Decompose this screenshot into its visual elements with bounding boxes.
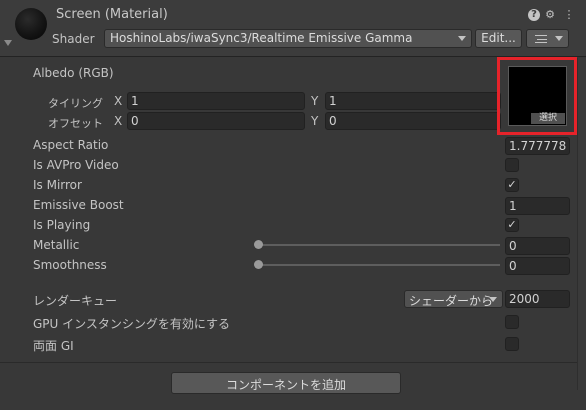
render-queue-dropdown[interactable]: シェーダーから: [404, 290, 503, 308]
shader-dropdown[interactable]: HoshinoLabs/iwaSync3/Realtime Emissive G…: [104, 29, 472, 48]
is-mirror-label: Is Mirror: [33, 178, 82, 192]
help-icon[interactable]: ?: [528, 9, 540, 21]
emissive-boost-field[interactable]: 1: [505, 197, 570, 215]
render-queue-label: レンダーキュー: [33, 294, 118, 308]
render-queue-mode: シェーダーから: [409, 294, 494, 308]
dropdown-arrow-icon: [489, 297, 497, 302]
smoothness-label: Smoothness: [33, 258, 107, 272]
smoothness-field[interactable]: 0: [505, 257, 570, 275]
offset-x-field[interactable]: 0: [127, 112, 305, 130]
double-sided-gi-label: 両面 GI: [33, 339, 74, 353]
offset-label: オフセット: [48, 117, 103, 130]
metallic-field[interactable]: 0: [505, 237, 570, 255]
section-divider: [0, 362, 586, 363]
offset-y-field[interactable]: 0: [325, 112, 501, 130]
dropdown-arrow-icon: [555, 36, 563, 41]
tiling-y-label: Y: [311, 94, 319, 108]
tiling-x-field[interactable]: 1: [127, 92, 305, 110]
offset-x-label: X: [114, 114, 123, 128]
is-avpro-video-checkbox[interactable]: [505, 158, 519, 172]
texture-select-button[interactable]: 選択: [531, 113, 565, 124]
is-avpro-video-label: Is AVPro Video: [33, 158, 119, 172]
shader-label: Shader: [52, 32, 95, 46]
tiling-label: タイリング: [48, 97, 103, 110]
gpu-instancing-checkbox[interactable]: [505, 315, 519, 329]
albedo-texture-highlight: 選択: [497, 57, 577, 135]
inspector-scrollbar[interactable]: [577, 58, 586, 390]
albedo-label: Albedo (RGB): [33, 66, 114, 80]
tiling-x-label: X: [114, 94, 123, 108]
aspect-ratio-field[interactable]: 1.777778: [505, 137, 570, 155]
settings-icon[interactable]: ⚙: [544, 9, 556, 21]
is-playing-label: Is Playing: [33, 218, 91, 232]
tiling-y-field[interactable]: 1: [325, 92, 501, 110]
emissive-boost-label: Emissive Boost: [33, 198, 124, 212]
shader-list-button[interactable]: [526, 29, 569, 48]
metallic-slider-track[interactable]: [258, 244, 500, 246]
gpu-instancing-label: GPU インスタンシングを有効にする: [33, 317, 231, 331]
smoothness-slider-thumb[interactable]: [254, 260, 263, 269]
is-playing-checkbox[interactable]: ✓: [505, 218, 519, 232]
material-title: Screen (Material): [56, 7, 168, 22]
metallic-slider-thumb[interactable]: [254, 240, 263, 249]
menu-icon[interactable]: ⋮: [563, 9, 575, 21]
aspect-ratio-label: Aspect Ratio: [33, 138, 109, 152]
list-icon: [535, 35, 547, 43]
add-component-button[interactable]: コンポーネントを追加: [171, 372, 401, 394]
shader-dropdown-value: HoshinoLabs/iwaSync3/Realtime Emissive G…: [110, 31, 413, 45]
render-queue-field[interactable]: 2000: [505, 290, 570, 308]
dropdown-arrow-icon: [458, 36, 466, 41]
albedo-texture-slot[interactable]: 選択: [508, 66, 567, 126]
double-sided-gi-checkbox[interactable]: [505, 337, 519, 351]
material-header: Screen (Material) ? ⚙ ⋮ Shader HoshinoLa…: [0, 0, 586, 57]
is-mirror-checkbox[interactable]: ✓: [505, 178, 519, 192]
edit-shader-button[interactable]: Edit...: [475, 29, 522, 48]
offset-y-label: Y: [311, 114, 319, 128]
material-preview-sphere: [15, 8, 47, 40]
smoothness-slider-track[interactable]: [258, 264, 500, 266]
foldout-arrow-icon[interactable]: [4, 40, 12, 46]
metallic-label: Metallic: [33, 238, 80, 252]
